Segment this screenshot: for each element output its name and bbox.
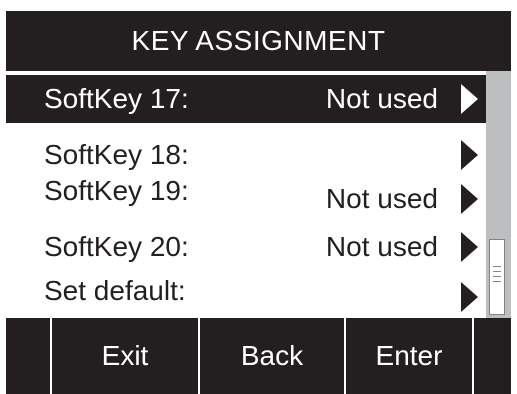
key-assignment-list: SoftKey 17: Not used SoftKey 18: SoftKey… [6, 71, 511, 318]
page-title: KEY ASSIGNMENT [131, 25, 386, 56]
row-label: Set default: [44, 275, 186, 306]
exit-button[interactable]: Exit [52, 318, 198, 394]
row-softkey-17[interactable]: SoftKey 17: Not used [6, 75, 486, 123]
back-button[interactable]: Back [200, 318, 344, 394]
triangle-right-icon [461, 140, 478, 170]
enter-button[interactable]: Enter [346, 318, 472, 394]
row-value: Not used [325, 183, 438, 214]
triangle-right-icon [461, 84, 478, 114]
scrollbar-thumb[interactable] [489, 239, 505, 315]
softkey-divider [472, 318, 474, 394]
softkey-bar: Exit Back Enter [6, 318, 511, 394]
row-value: Not used [325, 83, 438, 114]
row-softkey-19[interactable]: SoftKey 19: Not used [6, 175, 486, 221]
row-label: SoftKey 20: [44, 231, 189, 262]
row-softkey-20[interactable]: SoftKey 20: Not used [6, 225, 486, 269]
triangle-right-icon [461, 282, 478, 312]
row-label: SoftKey 17: [44, 83, 189, 114]
row-label: SoftKey 19: [44, 175, 189, 206]
row-set-default[interactable]: Set default: [6, 269, 486, 313]
lcd-screen: KEY ASSIGNMENT SoftKey 17: Not used Soft… [6, 11, 511, 394]
triangle-right-icon [461, 184, 478, 214]
row-value: Not used [325, 231, 438, 262]
triangle-right-icon [461, 232, 478, 262]
scrollbar[interactable] [486, 71, 511, 318]
